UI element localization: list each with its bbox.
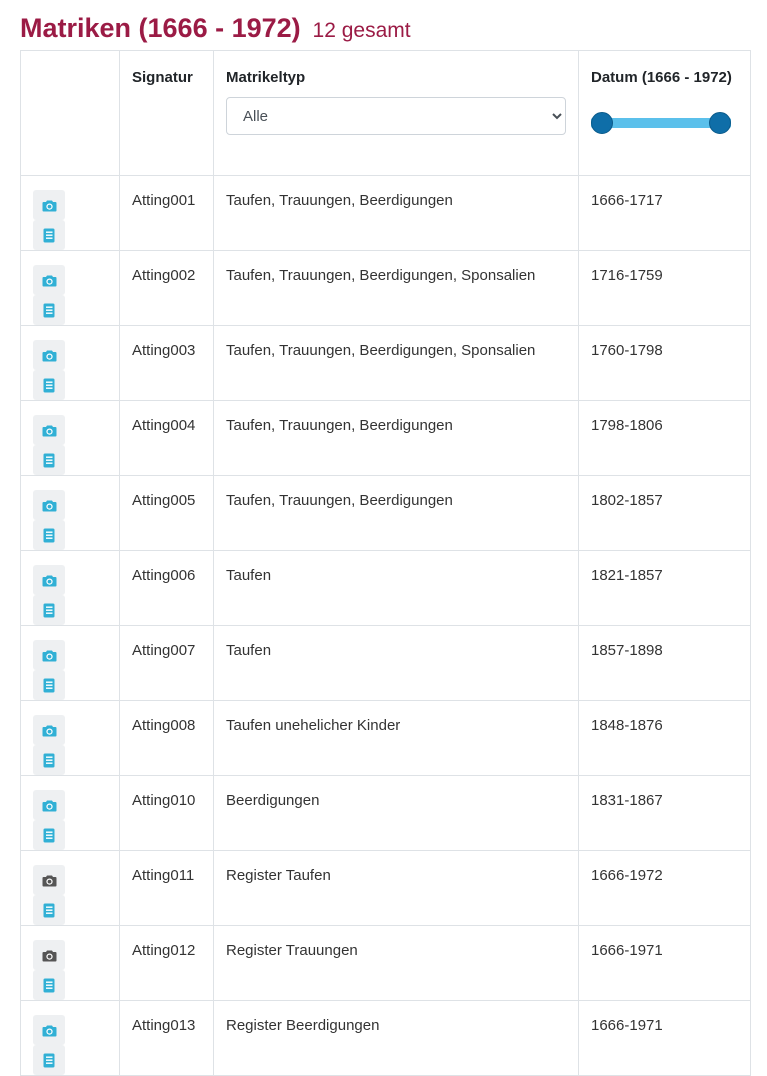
header-datum-label: Datum (1666 - 1972) [591, 69, 732, 86]
cell-signatur[interactable]: Atting006 [119, 550, 214, 626]
row-actions [20, 1000, 120, 1076]
cell-matrikeltyp: Register Beerdigungen [213, 1000, 579, 1076]
table-row: Atting011 Register Taufen 1666-1972 [20, 850, 751, 926]
row-actions [20, 250, 120, 326]
cell-datum: 1848-1876 [578, 700, 751, 776]
cell-signatur[interactable]: Atting012 [119, 925, 214, 1001]
book-icon[interactable] [33, 220, 65, 250]
camera-icon[interactable] [33, 940, 65, 970]
camera-icon[interactable] [33, 715, 65, 745]
book-icon[interactable] [33, 745, 65, 775]
table-header-row: Signatur Matrikeltyp Alle Datum (1666 - … [20, 50, 751, 176]
row-actions [20, 775, 120, 851]
row-actions [20, 550, 120, 626]
cell-datum: 1760-1798 [578, 325, 751, 401]
cell-signatur[interactable]: Atting002 [119, 250, 214, 326]
cell-matrikeltyp: Taufen unehelicher Kinder [213, 700, 579, 776]
cell-signatur[interactable]: Atting013 [119, 1000, 214, 1076]
cell-datum: 1798-1806 [578, 400, 751, 476]
cell-matrikeltyp: Taufen, Trauungen, Beerdigungen [213, 175, 579, 251]
result-count: 12 gesamt [312, 19, 411, 42]
cell-datum: 1666-1972 [578, 850, 751, 926]
cell-signatur[interactable]: Atting004 [119, 400, 214, 476]
table-row: Atting001 Taufen, Trauungen, Beerdigungen… [20, 175, 751, 251]
book-icon[interactable] [33, 445, 65, 475]
camera-icon[interactable] [33, 265, 65, 295]
cell-signatur[interactable]: Atting005 [119, 475, 214, 551]
cell-matrikeltyp: Taufen, Trauungen, Beerdigungen, Sponsal… [213, 250, 579, 326]
header-matrikeltyp: Matrikeltyp Alle [213, 50, 579, 176]
cell-datum: 1831-1867 [578, 775, 751, 851]
table-row: Atting005 Taufen, Trauungen, Beerdigungen… [20, 475, 751, 551]
table-row: Atting010 Beerdigungen 1831-1867 [20, 775, 751, 851]
book-icon[interactable] [33, 520, 65, 550]
camera-icon[interactable] [33, 340, 65, 370]
cell-signatur[interactable]: Atting007 [119, 625, 214, 701]
book-icon[interactable] [33, 295, 65, 325]
header-signatur[interactable]: Signatur [119, 50, 214, 176]
camera-icon[interactable] [33, 190, 65, 220]
row-actions [20, 175, 120, 251]
header-matrikeltyp-label: Matrikeltyp [226, 69, 306, 86]
row-actions [20, 850, 120, 926]
table-row: Atting002 Taufen, Trauungen, Beerdigungen… [20, 250, 751, 326]
row-actions [20, 400, 120, 476]
table-row: Atting007 Taufen 1857-1898 [20, 625, 751, 701]
camera-icon[interactable] [33, 640, 65, 670]
cell-signatur[interactable]: Atting003 [119, 325, 214, 401]
cell-matrikeltyp: Taufen [213, 625, 579, 701]
table-row: Atting006 Taufen 1821-1857 [20, 550, 751, 626]
cell-datum: 1666-1971 [578, 925, 751, 1001]
matrikeltyp-filter-select[interactable]: Alle [226, 97, 566, 135]
cell-matrikeltyp: Beerdigungen [213, 775, 579, 851]
camera-icon[interactable] [33, 415, 65, 445]
cell-matrikeltyp: Taufen, Trauungen, Beerdigungen, Sponsal… [213, 325, 579, 401]
cell-datum: 1821-1857 [578, 550, 751, 626]
row-actions [20, 325, 120, 401]
table-row: Atting013 Register Beerdigungen 1666-1971 [20, 1000, 751, 1076]
header-datum: Datum (1666 - 1972) [578, 50, 751, 176]
cell-matrikeltyp: Taufen, Trauungen, Beerdigungen [213, 400, 579, 476]
cell-signatur[interactable]: Atting010 [119, 775, 214, 851]
book-icon[interactable] [33, 970, 65, 1000]
row-actions [20, 625, 120, 701]
book-icon[interactable] [33, 895, 65, 925]
book-icon[interactable] [33, 820, 65, 850]
cell-signatur[interactable]: Atting011 [119, 850, 214, 926]
table-row: Atting012 Register Trauungen 1666-1971 [20, 925, 751, 1001]
cell-signatur[interactable]: Atting008 [119, 700, 214, 776]
table-row: Atting008 Taufen unehelicher Kinder 1848-1… [20, 700, 751, 776]
page-title: Matriken (1666 - 1972) 12 gesamt [20, 8, 411, 45]
cell-datum: 1666-1717 [578, 175, 751, 251]
cell-datum: 1857-1898 [578, 625, 751, 701]
camera-icon[interactable] [33, 865, 65, 895]
date-range-slider[interactable] [591, 112, 731, 134]
title-text: Matriken (1666 - 1972) [20, 13, 301, 43]
header-actions [20, 50, 120, 176]
book-icon[interactable] [33, 670, 65, 700]
cell-datum: 1666-1971 [578, 1000, 751, 1076]
camera-icon[interactable] [33, 490, 65, 520]
book-icon[interactable] [33, 370, 65, 400]
cell-datum: 1802-1857 [578, 475, 751, 551]
row-actions [20, 475, 120, 551]
row-actions [20, 925, 120, 1001]
slider-handle-min[interactable] [591, 112, 613, 134]
cell-matrikeltyp: Register Trauungen [213, 925, 579, 1001]
cell-datum: 1716-1759 [578, 250, 751, 326]
table-row: Atting003 Taufen, Trauungen, Beerdigungen… [20, 325, 751, 401]
cell-matrikeltyp: Taufen [213, 550, 579, 626]
matriken-table: Signatur Matrikeltyp Alle Datum (1666 - … [20, 50, 751, 1076]
camera-icon[interactable] [33, 790, 65, 820]
cell-matrikeltyp: Register Taufen [213, 850, 579, 926]
cell-matrikeltyp: Taufen, Trauungen, Beerdigungen [213, 475, 579, 551]
table-row: Atting004 Taufen, Trauungen, Beerdigungen… [20, 400, 751, 476]
cell-signatur[interactable]: Atting001 [119, 175, 214, 251]
camera-icon[interactable] [33, 1015, 65, 1045]
slider-handle-max[interactable] [709, 112, 731, 134]
book-icon[interactable] [33, 595, 65, 625]
book-icon[interactable] [33, 1045, 65, 1075]
row-actions [20, 700, 120, 776]
camera-icon[interactable] [33, 565, 65, 595]
